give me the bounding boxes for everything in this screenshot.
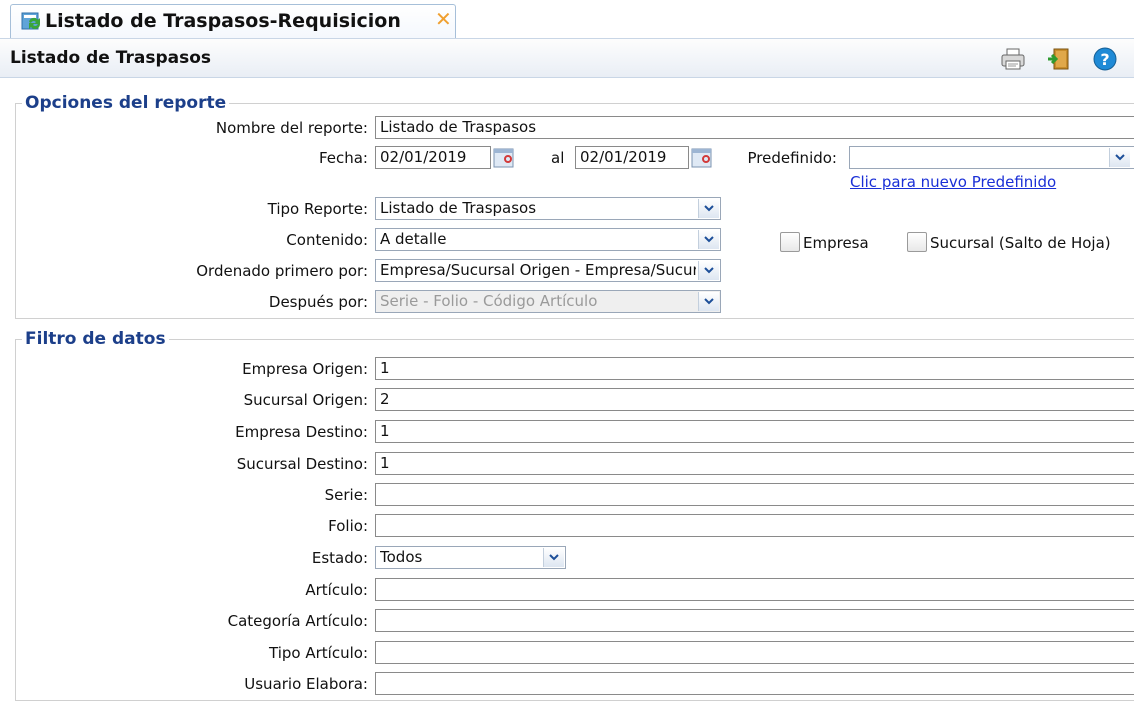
article-category-field[interactable] (375, 609, 1134, 632)
dest-company-label: Empresa Destino: (235, 423, 368, 441)
order-first-select[interactable]: Empresa/Sucursal Origen - Empresa/Sucurs… (375, 259, 721, 282)
origin-company-field[interactable]: 1 (375, 357, 1134, 380)
status-select[interactable]: Todos (375, 546, 566, 569)
order-first-label: Ordenado primero por: (196, 262, 368, 280)
origin-branch-label: Sucursal Origen: (243, 391, 368, 409)
article-label: Artículo: (305, 581, 368, 599)
article-type-field[interactable] (375, 641, 1134, 664)
tab-report[interactable]: Listado de Traspasos-Requisicion ✕ (10, 4, 456, 38)
predefined-select[interactable] (849, 146, 1134, 169)
folio-field[interactable] (375, 514, 1134, 537)
new-predefined-link[interactable]: Clic para nuevo Predefinido (850, 173, 1056, 191)
exit-door-icon[interactable] (1046, 46, 1072, 72)
series-field[interactable] (375, 483, 1134, 506)
branch-page-break-checkbox[interactable] (907, 232, 927, 252)
dest-company-field[interactable]: 1 (375, 420, 1134, 443)
chevron-down-icon (698, 230, 719, 249)
date-to-label: al (551, 149, 565, 167)
content-select[interactable]: A detalle (375, 228, 721, 251)
data-filter-legend: Filtro de datos (25, 329, 166, 349)
created-by-label: Usuario Elabora: (244, 675, 368, 693)
chevron-down-icon (698, 292, 719, 311)
calendar-icon[interactable] (493, 147, 515, 169)
date-from-field[interactable]: 02/01/2019 (375, 146, 491, 169)
report-options-legend: Opciones del reporte (25, 93, 227, 113)
tab-title: Listado de Traspasos-Requisicion (45, 10, 401, 32)
page-title: Listado de Traspasos (10, 48, 212, 68)
chevron-down-icon (1109, 148, 1130, 167)
help-icon[interactable]: ? (1092, 46, 1118, 72)
printer-icon[interactable] (1000, 46, 1026, 72)
order-then-value: Serie - Folio - Código Artículo (380, 292, 598, 310)
order-first-value: Empresa/Sucursal Origen - Empresa/Sucurs… (380, 261, 696, 279)
series-label: Serie: (324, 486, 368, 504)
report-refresh-icon (21, 11, 43, 31)
dest-branch-field[interactable]: 1 (375, 452, 1134, 475)
article-category-label: Categoría Artículo: (227, 612, 368, 630)
date-to-field[interactable]: 02/01/2019 (575, 146, 689, 169)
chevron-down-icon (698, 261, 719, 280)
title-bar: Listado de Traspasos ? (0, 38, 1134, 78)
report-type-select[interactable]: Listado de Traspasos (375, 197, 721, 220)
order-then-select[interactable]: Serie - Folio - Código Artículo (375, 290, 721, 313)
origin-company-label: Empresa Origen: (242, 360, 368, 378)
content-label: Contenido: (286, 231, 368, 249)
article-type-label: Tipo Artículo: (269, 644, 368, 662)
created-by-field[interactable] (375, 672, 1134, 695)
company-checkbox[interactable] (780, 232, 800, 252)
calendar-icon[interactable] (691, 147, 713, 169)
chevron-down-icon (543, 548, 564, 567)
branch-checkbox-label: Sucursal (Salto de Hoja) (930, 234, 1111, 252)
folio-label: Folio: (328, 517, 368, 535)
svg-text:?: ? (1100, 50, 1109, 69)
close-icon[interactable]: ✕ (435, 9, 452, 29)
article-field[interactable] (375, 578, 1134, 601)
report-name-label: Nombre del reporte: (215, 119, 368, 137)
origin-branch-field[interactable]: 2 (375, 388, 1134, 411)
predefined-label: Predefinido: (747, 149, 837, 167)
status-value: Todos (380, 548, 423, 566)
order-then-label: Después por: (268, 293, 368, 311)
report-type-value: Listado de Traspasos (380, 199, 537, 217)
date-label: Fecha: (318, 149, 368, 167)
tab-strip: Listado de Traspasos-Requisicion ✕ (0, 0, 1134, 38)
company-checkbox-label: Empresa (803, 234, 869, 252)
status-label: Estado: (311, 549, 368, 567)
report-name-field[interactable]: Listado de Traspasos (375, 116, 1134, 139)
dest-branch-label: Sucursal Destino: (236, 455, 368, 473)
content-value: A detalle (380, 230, 447, 248)
report-type-label: Tipo Reporte: (267, 200, 368, 218)
chevron-down-icon (698, 199, 719, 218)
